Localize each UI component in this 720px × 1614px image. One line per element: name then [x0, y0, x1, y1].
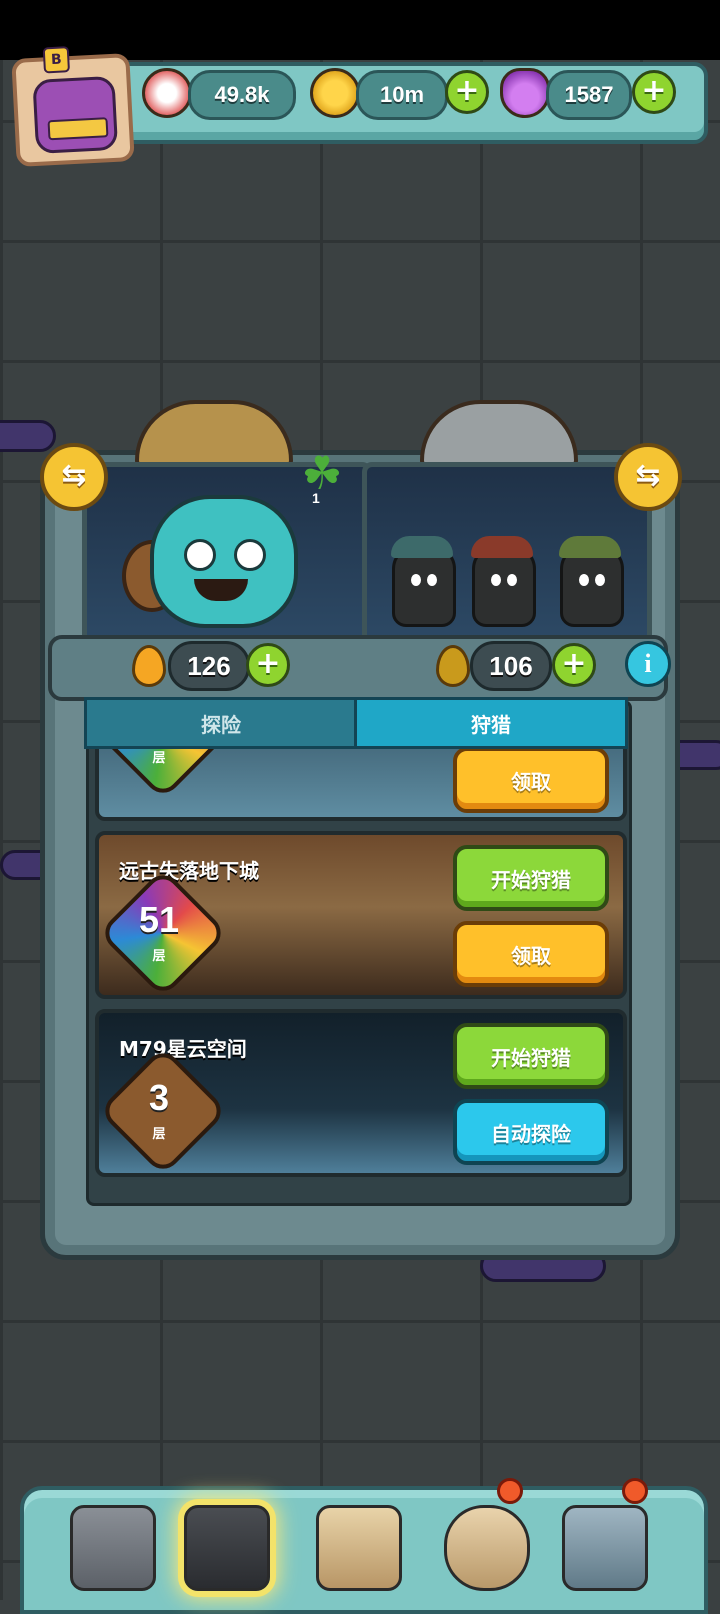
clover-count: 1 [312, 490, 320, 506]
add-potions-button[interactable]: + [632, 70, 676, 114]
avatar-mouth [47, 117, 109, 141]
player-avatar[interactable]: B [11, 46, 135, 168]
dungeon-name: M79星云空间 [119, 1037, 247, 1061]
left-drop-count: 126 [168, 641, 250, 691]
enemy-eye [579, 574, 589, 586]
potion-count: 1587 [546, 70, 632, 120]
orange-drop-icon [132, 645, 166, 687]
info-icon[interactable]: i [625, 641, 671, 687]
grid-menu-icon[interactable] [562, 1505, 648, 1591]
dungeon-list[interactable]: 51 层 领取 远古失落地下城 51 层 开始狩猎 领取 M79星云空间 3 层… [86, 700, 632, 1206]
book-icon[interactable] [316, 1505, 402, 1591]
swap-left-button[interactable]: ⇆ [40, 443, 108, 511]
add-right-drops-button[interactable]: + [552, 643, 596, 687]
coin-icon [310, 68, 360, 118]
enemy-headband [471, 536, 533, 558]
potion-icon [500, 68, 550, 118]
enemy-monster[interactable] [559, 536, 624, 627]
level-unit: 层 [152, 751, 166, 766]
enemy-eye [491, 574, 501, 586]
pipe-decoration [0, 420, 56, 452]
notification-dot [497, 1478, 523, 1504]
rank-badge: B [42, 46, 71, 74]
mode-tabs: 探险 狩猎 [84, 697, 628, 749]
level-number: 3 [148, 1077, 170, 1118]
eyeball-count: 49.8k [188, 70, 296, 120]
enemy-eye [595, 574, 605, 586]
tab-hunt[interactable]: 狩猎 [354, 697, 628, 749]
swap-right-button[interactable]: ⇆ [614, 443, 682, 511]
notification-dot [622, 1478, 648, 1504]
add-coins-button[interactable]: + [445, 70, 489, 114]
avatar-face [32, 75, 119, 154]
level-unit: 层 [152, 949, 166, 964]
dungeon-card: M79星云空间 3 层 开始狩猎 自动探险 [95, 1009, 627, 1177]
level-number: 51 [138, 899, 180, 940]
monster-eye [184, 539, 216, 571]
level-unit: 层 [152, 1127, 166, 1142]
monster-mouth [194, 579, 248, 601]
coin-count: 10m [356, 70, 448, 120]
start-hunt-button[interactable]: 开始狩猎 [453, 1023, 609, 1089]
coin-bag-icon[interactable] [444, 1505, 530, 1591]
monster-eye [234, 539, 266, 571]
auto-explore-button[interactable]: 自动探险 [453, 1099, 609, 1165]
amber-drop-icon [436, 645, 470, 687]
eyeball-icon [142, 68, 192, 118]
enemy-eye [411, 574, 421, 586]
enemy-hat [559, 536, 621, 558]
clover-icon[interactable]: ☘ [296, 447, 348, 499]
add-left-drops-button[interactable]: + [246, 643, 290, 687]
claim-button[interactable]: 领取 [453, 921, 609, 987]
status-bar [0, 0, 720, 60]
enemy-eye [427, 574, 437, 586]
start-hunt-button[interactable]: 开始狩猎 [453, 845, 609, 911]
enemy-monster[interactable] [471, 536, 536, 627]
dungeon-name: 远古失落地下城 [119, 859, 259, 883]
tab-explore[interactable]: 探险 [84, 697, 358, 749]
enemy-monster[interactable] [391, 536, 456, 627]
dungeon-gate-icon[interactable] [184, 1505, 270, 1591]
enemy-helmet [391, 536, 453, 558]
player-monster[interactable] [150, 495, 298, 628]
right-drop-count: 106 [470, 641, 552, 691]
dungeon-card: 远古失落地下城 51 层 开始狩猎 领取 [95, 831, 627, 999]
claim-button[interactable]: 领取 [453, 747, 609, 813]
enemy-eye [507, 574, 517, 586]
shop-building-icon[interactable] [70, 1505, 156, 1591]
